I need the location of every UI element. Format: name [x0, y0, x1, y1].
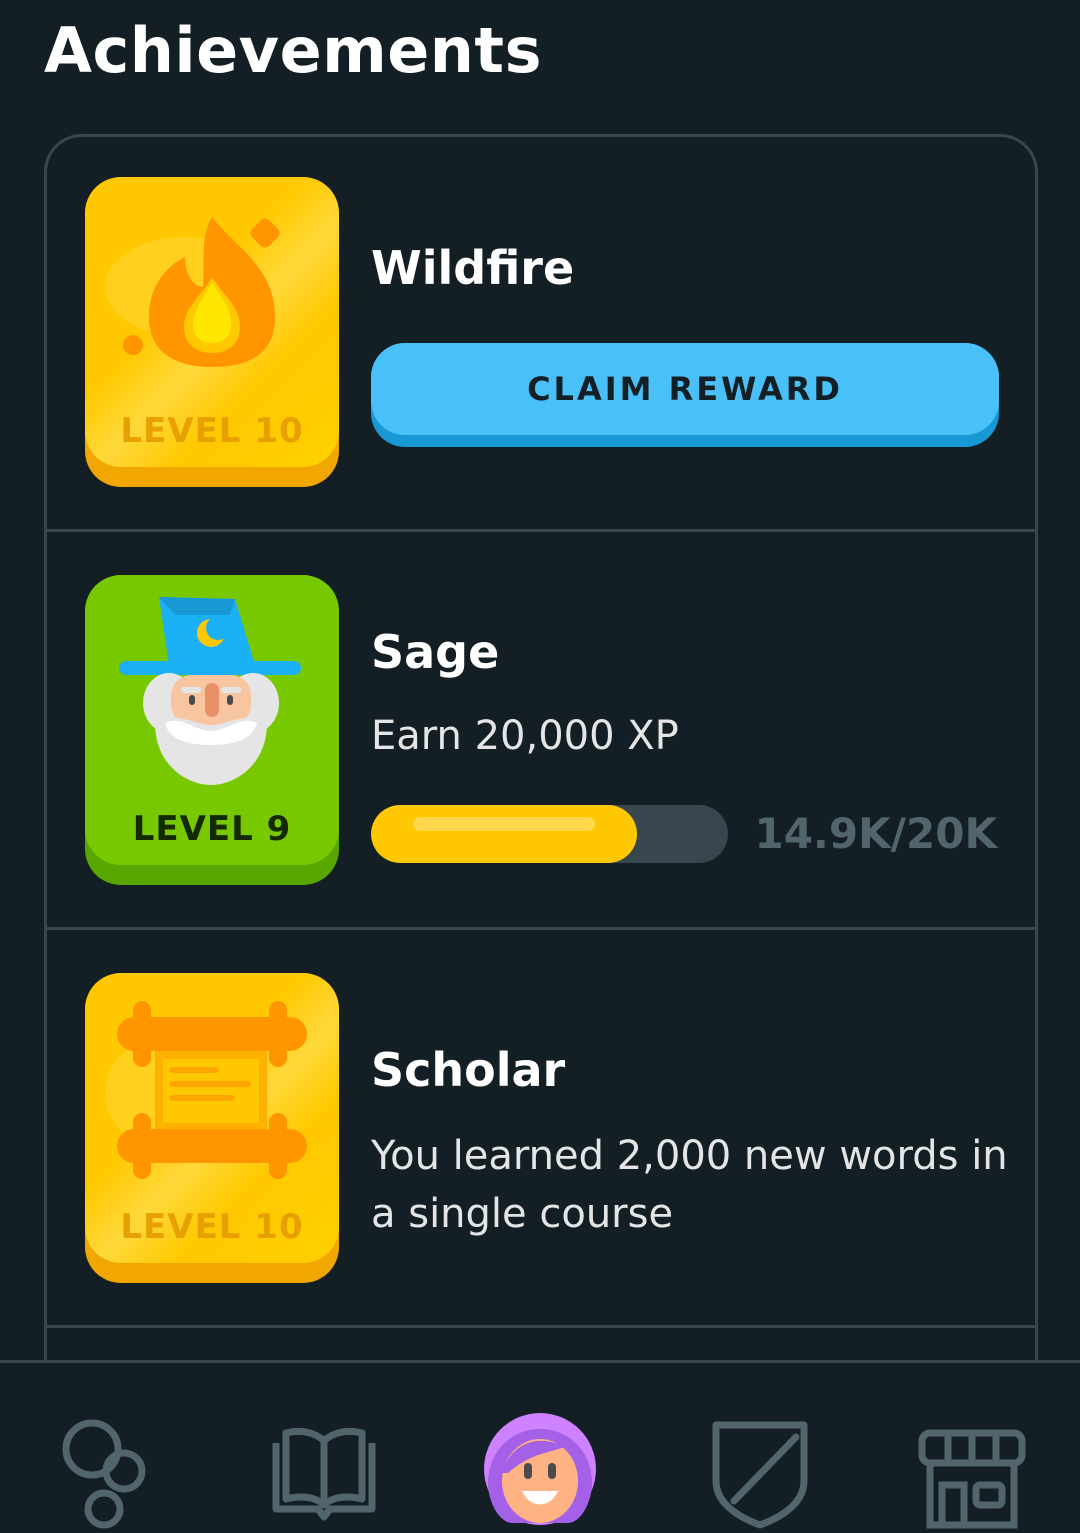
- learn-icon[interactable]: [52, 1413, 172, 1533]
- divider: [47, 1325, 1035, 1328]
- wildfire-badge: LEVEL 10: [85, 177, 339, 487]
- achievements-card: LEVEL 10 Wildfire CLAIM REWARD LEVEL 9 S…: [44, 134, 1038, 1434]
- stories-icon[interactable]: [266, 1413, 386, 1533]
- achievement-description: Earn 20,000 XP: [371, 713, 679, 759]
- achievement-title: Sage: [371, 625, 500, 679]
- divider: [47, 927, 1035, 930]
- badge-level-label: LEVEL 9: [132, 809, 292, 849]
- page-title: Achievements: [44, 14, 542, 87]
- leagues-icon[interactable]: [700, 1413, 820, 1533]
- shop-icon[interactable]: [912, 1413, 1032, 1533]
- achievement-title: Wildfire: [371, 241, 575, 295]
- sage-badge: LEVEL 9: [85, 575, 339, 885]
- bottom-nav: [0, 1360, 1080, 1529]
- achievement-description: You learned 2,000 new words in a single …: [371, 1133, 1008, 1237]
- progress-bar: [371, 805, 728, 863]
- progress-shine: [413, 817, 595, 831]
- badge-level-label: LEVEL 10: [120, 1207, 304, 1247]
- progress-label: 14.9K/20K: [754, 809, 997, 858]
- achievement-title: Scholar: [371, 1043, 566, 1097]
- claim-reward-label: CLAIM REWARD: [371, 343, 999, 435]
- profile-icon[interactable]: [480, 1413, 600, 1533]
- progress-fill: [371, 805, 637, 863]
- scholar-badge: LEVEL 10: [85, 973, 339, 1283]
- divider: [47, 529, 1035, 532]
- claim-reward-button[interactable]: CLAIM REWARD: [371, 343, 999, 447]
- badge-level-label: LEVEL 10: [120, 411, 304, 451]
